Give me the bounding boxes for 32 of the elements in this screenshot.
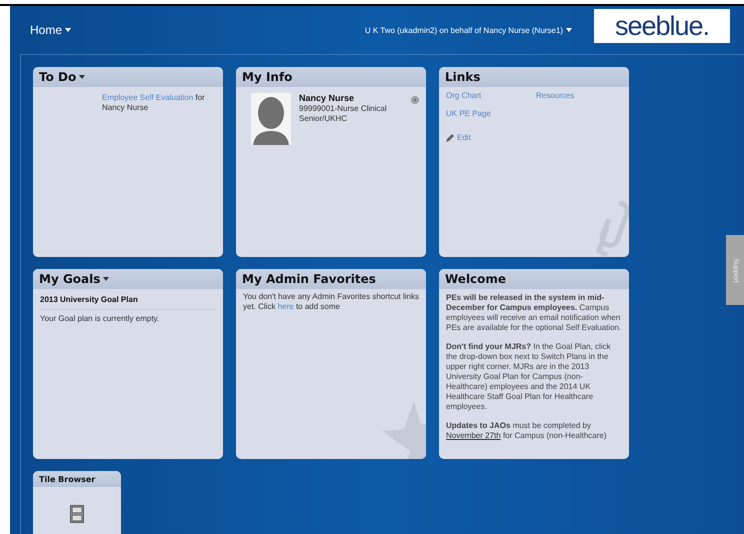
edit-link[interactable]: Edit [457,133,471,143]
user-menu[interactable]: U K Two (ukadmin2) on behalf of Nancy Nurse (Nurse1) [364,26,572,34]
logo: seeblue. [594,9,730,43]
pencil-icon [446,134,454,142]
home-menu[interactable]: Home [30,23,72,37]
tile-title: My Info [242,70,292,84]
date-link[interactable]: November 27th [446,431,501,440]
quick-link[interactable]: Org Chart [446,91,536,101]
tile-title: Tile Browser [39,474,96,484]
settings-icon[interactable] [411,96,419,104]
favorites-message: You don't have any Admin Favorites shortcut links yet. Click here to add some [243,292,419,312]
caret-icon [566,28,572,32]
star-icon [382,401,426,459]
task-link[interactable]: Employee Self Evaluation [102,93,194,102]
welcome-paragraph: Updates to JAOs must be completed by November 27th for Campus (non-Healthcare) [446,421,608,441]
welcome-paragraph: Don't find your MJRs? In the Goal Plan, click the drop-down box next to Switch Plans in the upper right corner. MJRs are in the 2013 University Goal Plan for Campus (non-Healthcare) employees and the 2014 UK Healthcare Staff Goal Plan for Healthcare employees. [446,342,612,412]
quick-link[interactable]: UK PE Page [446,109,536,119]
tile-title[interactable]: To Do [39,70,76,84]
job-title: Senior/UKHC [299,114,348,124]
tile-title: Welcome [445,272,506,286]
quick-link[interactable]: Resources [536,91,626,101]
empty-message: Your Goal plan is currently empty. [40,314,160,324]
goal-plan-title: 2013 University Goal Plan [40,295,216,310]
job-title: 99999001-Nurse Clinical [299,104,388,114]
caret-icon [65,28,72,32]
task-text: Employee Self Evaluation for Nancy Nurse [102,93,205,112]
tile-title: My Admin Favorites [242,272,376,286]
add-link[interactable]: here [278,302,294,311]
cabinet-icon [70,505,84,523]
tile-title: Links [445,70,480,84]
user-name: Nancy Nurse [299,93,356,104]
welcome-paragraph: PEs will be released in the system in mid-December for Campus employees. Campus employees will receive an email notification when PEs are available for the optional Self Evaluation. [446,293,622,333]
